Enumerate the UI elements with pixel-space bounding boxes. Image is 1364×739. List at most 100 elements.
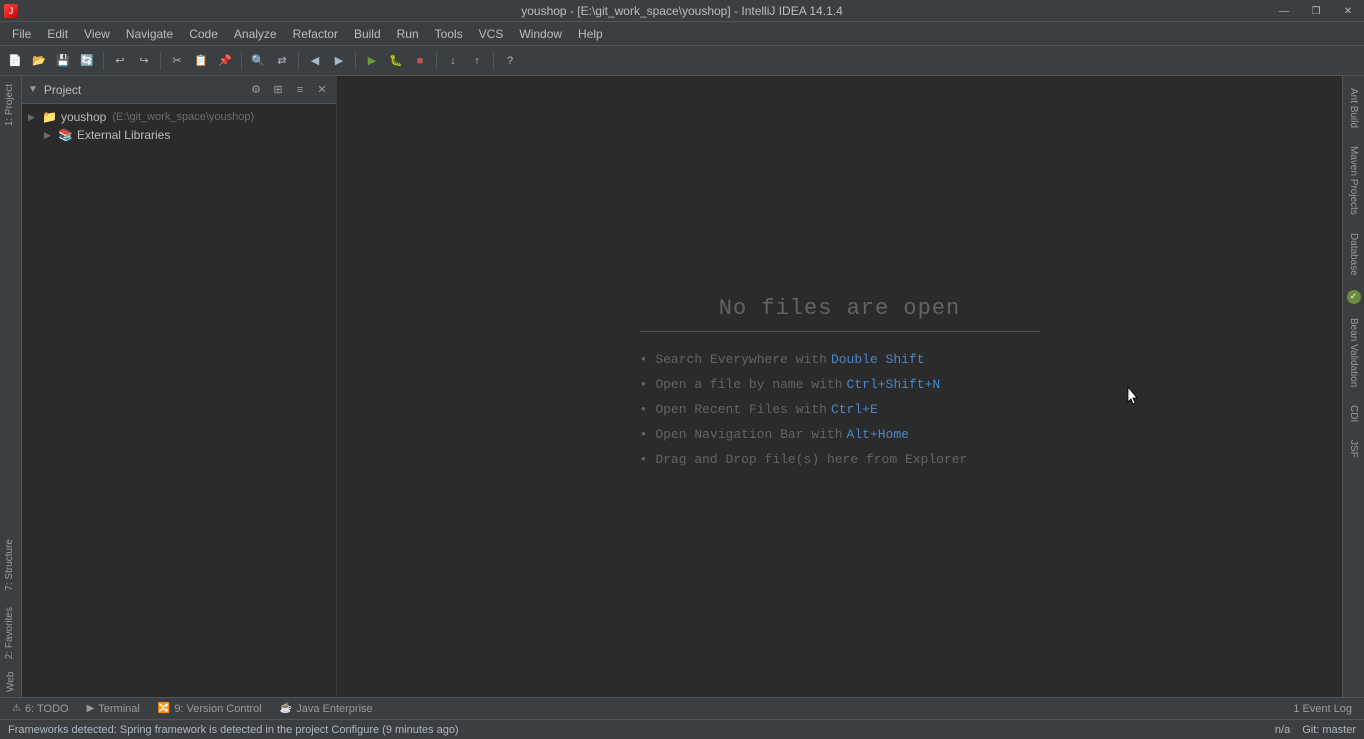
- vcs-update-button[interactable]: ↓: [442, 50, 464, 72]
- tab-java-enterprise[interactable]: ☕ Java Enterprise: [272, 701, 381, 717]
- tab-version-control[interactable]: 🔀 9: Version Control: [150, 701, 270, 717]
- todo-icon: ⚠: [12, 703, 21, 714]
- project-header: ▼ Project ⚙ ⊞ ≡ ✕: [22, 76, 336, 104]
- hint-recent: • Open Recent Files with Ctrl+E: [640, 402, 1040, 417]
- menu-item-build[interactable]: Build: [346, 25, 389, 43]
- right-tab-cdi[interactable]: CDI: [1344, 397, 1363, 430]
- debug-button[interactable]: 🐛: [385, 50, 407, 72]
- status-bar: Frameworks detected: Spring framework is…: [0, 719, 1364, 739]
- tree-item-libraries[interactable]: ▶ 📚 External Libraries: [22, 126, 336, 144]
- menu-item-code[interactable]: Code: [181, 25, 226, 43]
- menu-item-tools[interactable]: Tools: [427, 25, 471, 43]
- tab-java-enterprise-label: Java Enterprise: [296, 703, 372, 715]
- project-gear-button[interactable]: ≡: [292, 82, 308, 98]
- tab-todo[interactable]: ⚠ 6: TODO: [4, 701, 77, 717]
- editor-area: No files are open • Search Everywhere wi…: [337, 76, 1342, 697]
- cut-button[interactable]: ✂: [166, 50, 188, 72]
- vcs-commit-button[interactable]: ↑: [466, 50, 488, 72]
- menu-item-vcs[interactable]: VCS: [471, 25, 512, 43]
- menu-item-file[interactable]: File: [4, 25, 39, 43]
- tab-todo-label: 6: TODO: [25, 703, 69, 715]
- tab-version-control-label: 9: Version Control: [174, 703, 261, 715]
- menu-item-refactor[interactable]: Refactor: [285, 25, 346, 43]
- right-tab-bean-validation[interactable]: Bean Validation: [1344, 310, 1363, 395]
- menu-item-view[interactable]: View: [76, 25, 118, 43]
- bottom-tabs: ⚠ 6: TODO ▶ Terminal 🔀 9: Version Contro…: [0, 697, 1364, 719]
- open-button[interactable]: 📂: [28, 50, 50, 72]
- menu-item-edit[interactable]: Edit: [39, 25, 76, 43]
- help-button[interactable]: ?: [499, 50, 521, 72]
- status-na: n/a: [1275, 724, 1290, 736]
- sidebar-web-icon[interactable]: Web: [0, 671, 22, 693]
- close-button[interactable]: ✕: [1332, 0, 1364, 22]
- project-title: Project: [44, 83, 242, 97]
- tree-item-root[interactable]: ▶ 📁 youshop (E:\git_work_space\youshop): [22, 108, 336, 126]
- menu-item-window[interactable]: Window: [511, 25, 570, 43]
- hint-bullet-1: •: [640, 352, 648, 367]
- menu-item-navigate[interactable]: Navigate: [118, 25, 181, 43]
- back-button[interactable]: ◀: [304, 50, 326, 72]
- mouse-cursor: [1127, 386, 1129, 404]
- undo-button[interactable]: ↩: [109, 50, 131, 72]
- tab-terminal[interactable]: ▶ Terminal: [79, 701, 148, 717]
- menu-item-analyze[interactable]: Analyze: [226, 25, 285, 43]
- right-side-tabs: Ant Build Maven Projects Database ✓ Bean…: [1342, 76, 1364, 697]
- title-bar-controls: — ❐ ✕: [1268, 0, 1364, 22]
- status-message: Frameworks detected: Spring framework is…: [8, 724, 459, 736]
- right-tab-ant-build[interactable]: Ant Build: [1344, 80, 1363, 136]
- vcs-icon: 🔀: [158, 703, 170, 714]
- status-git: Git: master: [1302, 724, 1356, 736]
- tree-label-root: youshop: [61, 110, 106, 124]
- right-tab-bean-validation-icon[interactable]: ✓: [1347, 290, 1361, 304]
- project-expand-button[interactable]: ⊞: [270, 82, 286, 98]
- hint-bullet-5: •: [640, 452, 648, 467]
- new-file-button[interactable]: 📄: [4, 50, 26, 72]
- project-panel: ▼ Project ⚙ ⊞ ≡ ✕ ▶ 📁 youshop (E:\git_wo…: [22, 76, 337, 697]
- sidebar-item-project[interactable]: 1: Project: [0, 76, 21, 134]
- forward-button[interactable]: ▶: [328, 50, 350, 72]
- status-right: n/a Git: master: [1275, 724, 1356, 736]
- right-tab-jsf[interactable]: JSF: [1344, 432, 1363, 466]
- project-settings-button[interactable]: ⚙: [248, 82, 264, 98]
- tree-libraries-icon: 📚: [58, 128, 73, 142]
- hint-bullet-4: •: [640, 427, 648, 442]
- no-files-container: No files are open • Search Everywhere wi…: [640, 296, 1040, 477]
- right-tab-maven[interactable]: Maven Projects: [1344, 138, 1363, 223]
- hint-open-name: • Open a file by name with Ctrl+Shift+N: [640, 377, 1040, 392]
- hint-text-open-name: Open a file by name with: [655, 377, 842, 392]
- menu-item-help[interactable]: Help: [570, 25, 611, 43]
- sidebar-item-favorites[interactable]: 2: Favorites: [0, 599, 21, 667]
- tree-label-libraries: External Libraries: [77, 128, 170, 142]
- run-button[interactable]: ▶: [361, 50, 383, 72]
- maximize-button[interactable]: ❐: [1300, 0, 1332, 22]
- paste-button[interactable]: 📌: [214, 50, 236, 72]
- project-close-button[interactable]: ✕: [314, 82, 330, 98]
- find-button[interactable]: 🔍: [247, 50, 269, 72]
- tree-sublabel-root: (E:\git_work_space\youshop): [112, 111, 254, 123]
- toolbar: 📄 📂 💾 🔄 ↩ ↪ ✂ 📋 📌 🔍 ⇄ ◀ ▶ ▶ 🐛 ■ ↓ ↑ ?: [0, 46, 1364, 76]
- minimize-button[interactable]: —: [1268, 0, 1300, 22]
- event-log-tab[interactable]: 1 Event Log: [1285, 701, 1360, 717]
- hint-shortcut-search: Double Shift: [831, 352, 925, 367]
- toolbar-separator: [103, 52, 104, 70]
- redo-button[interactable]: ↪: [133, 50, 155, 72]
- hint-shortcut-recent: Ctrl+E: [831, 402, 878, 417]
- right-tab-database[interactable]: Database: [1344, 225, 1363, 284]
- hint-text-search: Search Everywhere with: [655, 352, 827, 367]
- toolbar-separator-2: [160, 52, 161, 70]
- event-log-label: 1 Event Log: [1293, 703, 1352, 715]
- replace-button[interactable]: ⇄: [271, 50, 293, 72]
- menu-item-run[interactable]: Run: [389, 25, 427, 43]
- save-button[interactable]: 💾: [52, 50, 74, 72]
- no-files-title: No files are open: [640, 296, 1040, 332]
- toolbar-separator-3: [241, 52, 242, 70]
- hint-search: • Search Everywhere with Double Shift: [640, 352, 1040, 367]
- hint-text-drag-drop: Drag and Drop file(s) here from Explorer: [655, 452, 967, 467]
- toolbar-separator-5: [355, 52, 356, 70]
- title-bar-text: youshop - [E:\git_work_space\youshop] - …: [521, 4, 843, 18]
- copy-button[interactable]: 📋: [190, 50, 212, 72]
- stop-button[interactable]: ■: [409, 50, 431, 72]
- sidebar-item-structure[interactable]: 7: Structure: [0, 531, 21, 599]
- sync-button[interactable]: 🔄: [76, 50, 98, 72]
- hint-bullet-2: •: [640, 377, 648, 392]
